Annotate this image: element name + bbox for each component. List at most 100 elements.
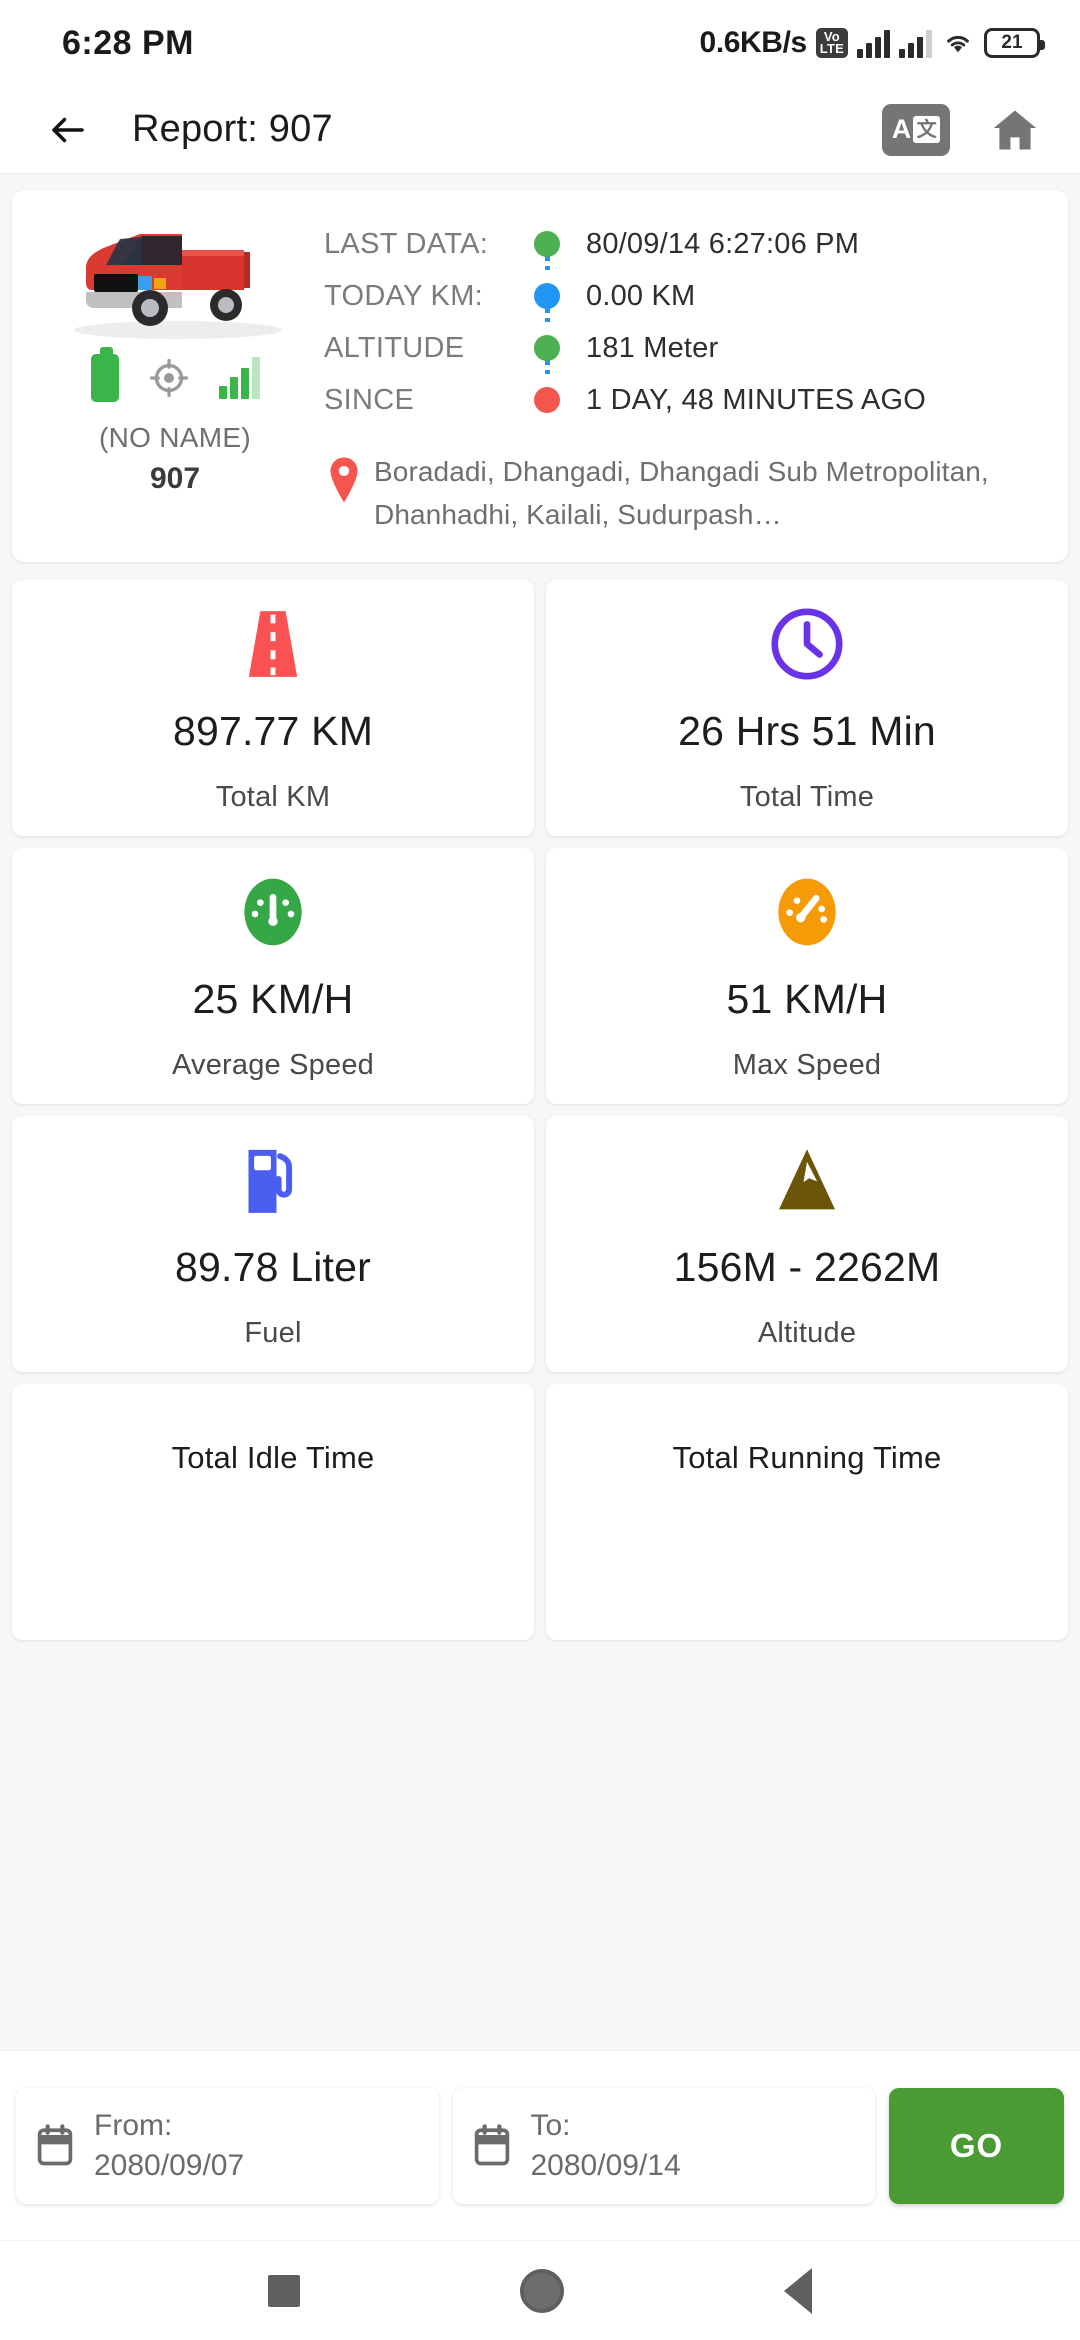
speedometer-icon xyxy=(233,870,313,954)
speedometer-icon xyxy=(767,870,847,954)
clock-icon xyxy=(765,602,849,686)
detail-timeline xyxy=(534,212,576,426)
stat-card-total-idle-time[interactable]: Total Idle Time xyxy=(12,1384,534,1640)
arrow-left-icon xyxy=(52,117,84,142)
timeline-node xyxy=(534,270,576,322)
app-bar-actions: A 文 xyxy=(882,102,1046,158)
app-bar: Report: 907 A 文 xyxy=(0,86,1080,174)
stat-card-total-km[interactable]: 897.77 KM Total KM xyxy=(12,580,534,836)
stat-label: Total KM xyxy=(215,781,331,813)
battery-status-icon xyxy=(90,347,119,402)
stat-value: 26 Hrs 51 Min xyxy=(678,708,936,754)
timeline-node xyxy=(534,374,576,426)
address-text: Boradadi, Dhangadi, Dhangadi Sub Metropo… xyxy=(374,456,989,530)
timeline-node xyxy=(534,322,576,374)
stat-card-max-speed[interactable]: 51 KM/H Max Speed xyxy=(546,848,1068,1104)
status-time: 6:28 PM xyxy=(62,23,194,62)
stat-value: 156M - 2262M xyxy=(673,1244,941,1290)
stat-value: 897.77 KM xyxy=(172,708,374,754)
timeline-dot-today-km xyxy=(534,283,560,309)
home-icon xyxy=(993,110,1037,149)
date-from-value: 2080/09/07 xyxy=(94,2148,245,2182)
detail-labels: LAST DATA: TODAY KM: ALTITUDE SINCE xyxy=(324,212,534,426)
date-range-bar: From: 2080/09/07 To: 2080/09/14 GO xyxy=(0,2050,1080,2240)
square-recents-icon[interactable] xyxy=(268,2274,300,2307)
stat-card-average-speed[interactable]: 25 KM/H Average Speed xyxy=(12,848,534,1104)
detail-value-since: 1 DAY, 48 MINUTES AGO xyxy=(586,384,926,416)
back-button[interactable] xyxy=(36,98,100,162)
translate-latin-label: A xyxy=(891,114,912,144)
battery-icon: 21 xyxy=(984,28,1045,58)
stat-label: Altitude xyxy=(757,1317,857,1349)
address-row[interactable]: Boradadi, Dhangadi, Dhangadi Sub Metropo… xyxy=(324,450,1050,536)
date-to-text: To: 2080/09/14 xyxy=(531,2106,681,2186)
location-pin-icon xyxy=(326,456,362,504)
stats-grid: 897.77 KM Total KM 26 Hrs 51 Min Total T… xyxy=(0,562,1080,1646)
signal-bars-sim1-icon xyxy=(857,28,890,58)
network-speed: 0.6KB/s xyxy=(699,26,808,59)
translate-glyph-label: 文 xyxy=(913,116,941,143)
gps-crosshair-icon xyxy=(149,358,189,398)
vehicle-summary-card[interactable]: (NO NAME) 907 LAST DATA: TODAY KM: ALTIT… xyxy=(12,190,1068,562)
detail-label: TODAY KM: xyxy=(324,280,484,312)
date-to-label: To: xyxy=(530,2108,571,2142)
timeline-dot-last-data xyxy=(534,231,560,257)
calendar-icon xyxy=(34,2123,76,2169)
detail-values: 80/09/14 6:27:06 PM 0.00 KM 181 Meter 1 … xyxy=(576,212,1050,426)
detail-value-last-data: 80/09/14 6:27:06 PM xyxy=(586,228,860,260)
truck-image xyxy=(50,212,300,344)
detail-label: LAST DATA: xyxy=(324,228,489,260)
scroll-content[interactable]: (NO NAME) 907 LAST DATA: TODAY KM: ALTIT… xyxy=(0,174,1080,2050)
date-from-text: From: 2080/09/07 xyxy=(94,2106,244,2186)
status-bar: 6:28 PM 0.6KB/s Vo LTE 21 xyxy=(0,0,1080,86)
date-to-value: 2080/09/14 xyxy=(530,2148,681,2182)
android-nav-bar xyxy=(0,2240,1080,2340)
stat-value: 25 KM/H xyxy=(192,976,354,1022)
page-title: Report: 907 xyxy=(132,108,333,150)
stat-value: 51 KM/H xyxy=(726,976,888,1022)
stat-value: 89.78 Liter xyxy=(175,1244,371,1290)
stat-card-fuel[interactable]: 89.78 Liter Fuel xyxy=(12,1116,534,1372)
go-button[interactable]: GO xyxy=(889,2087,1064,2204)
stat-label: Average Speed xyxy=(171,1049,374,1081)
road-icon xyxy=(231,602,315,686)
translate-button[interactable]: A 文 xyxy=(882,103,950,156)
vehicle-details: LAST DATA: TODAY KM: ALTITUDE SINCE 80/0… xyxy=(320,212,1050,536)
phone-screen: 6:28 PM 0.6KB/s Vo LTE 21 Report: 907 A … xyxy=(0,0,1080,2340)
stat-card-altitude[interactable]: 156M - 2262M Altitude xyxy=(546,1116,1068,1372)
vehicle-status-icons xyxy=(90,347,260,402)
signal-bars-sim2-icon xyxy=(899,28,932,58)
wifi-icon xyxy=(941,28,975,58)
circle-home-icon[interactable] xyxy=(520,2268,564,2313)
fuel-pump-icon xyxy=(231,1138,315,1222)
stat-card-total-time[interactable]: 26 Hrs 51 Min Total Time xyxy=(546,580,1068,836)
calendar-icon xyxy=(471,2123,513,2169)
timeline-node xyxy=(534,218,576,270)
home-button[interactable] xyxy=(984,102,1046,158)
detail-value-altitude: 181 Meter xyxy=(586,332,719,364)
status-icons: 0.6KB/s Vo LTE 21 xyxy=(699,26,1045,60)
date-to-field[interactable]: To: 2080/09/14 xyxy=(452,2087,875,2204)
stat-label: Fuel xyxy=(244,1317,302,1349)
vehicle-name: (NO NAME) xyxy=(98,422,252,453)
gsm-signal-icon xyxy=(218,357,260,399)
triangle-back-icon[interactable] xyxy=(784,2267,812,2314)
mountain-icon xyxy=(765,1138,849,1222)
volte-icon: Vo LTE xyxy=(815,28,848,58)
timeline-dot-altitude xyxy=(534,335,560,361)
volte-bottom: LTE xyxy=(819,41,844,56)
detail-label: SINCE xyxy=(324,384,415,416)
stat-label: Max Speed xyxy=(732,1049,882,1081)
date-from-field[interactable]: From: 2080/09/07 xyxy=(16,2087,439,2204)
timeline-dot-since xyxy=(534,387,560,413)
stat-label: Total Running Time xyxy=(672,1440,942,1475)
battery-level: 21 xyxy=(1001,32,1023,53)
vehicle-identity: (NO NAME) 907 xyxy=(30,212,320,536)
vehicle-detail-rows: LAST DATA: TODAY KM: ALTITUDE SINCE 80/0… xyxy=(324,212,1050,426)
detail-value-today-km: 0.00 KM xyxy=(586,280,696,312)
date-from-label: From: xyxy=(94,2108,173,2142)
detail-label: ALTITUDE xyxy=(324,332,465,364)
stat-card-total-running-time[interactable]: Total Running Time xyxy=(546,1384,1068,1640)
vehicle-id: 907 xyxy=(149,462,201,495)
stat-label: Total Time xyxy=(739,781,875,813)
